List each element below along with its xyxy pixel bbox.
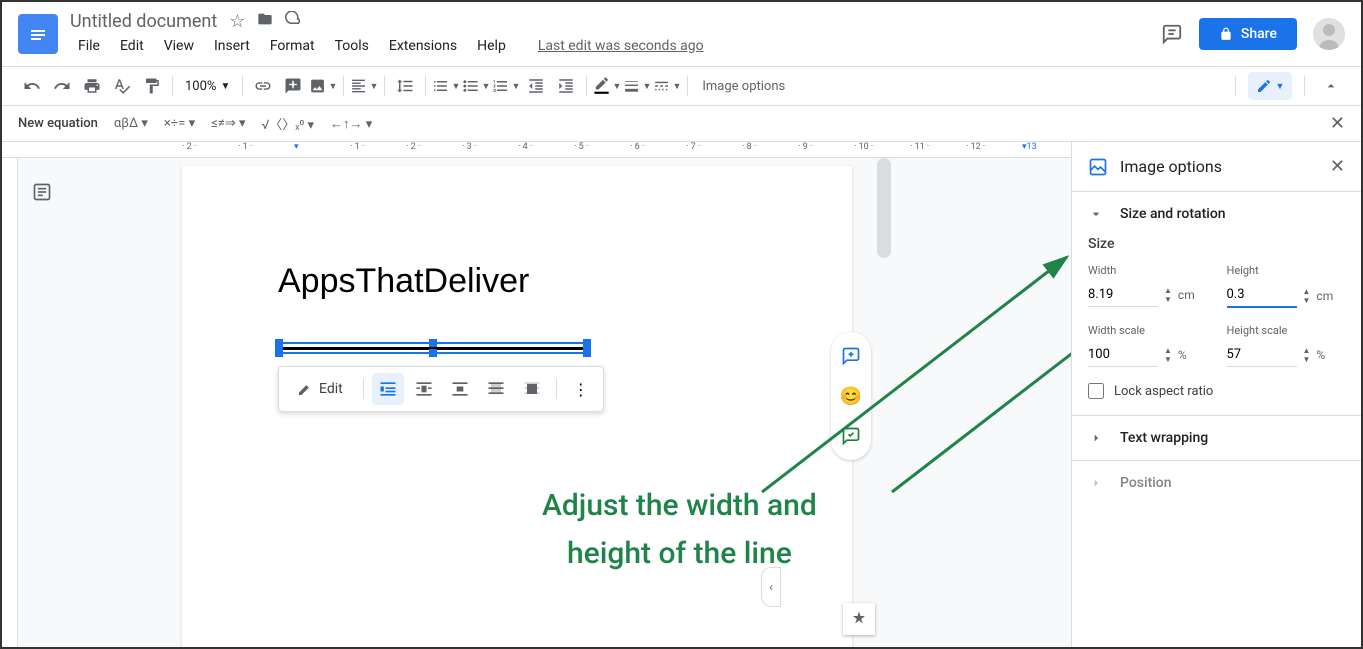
docs-logo-icon[interactable] [18, 14, 58, 54]
wrap-front-icon[interactable] [516, 373, 548, 405]
width-scale-stepper[interactable]: ▲▼ [1164, 346, 1172, 364]
eq-greek-dropdown[interactable]: αβΔ ▾ [114, 116, 148, 131]
cloud-icon[interactable] [285, 11, 303, 32]
undo-icon[interactable] [18, 72, 46, 100]
menu-insert[interactable]: Insert [206, 34, 258, 58]
edit-image-button[interactable]: Edit [285, 375, 355, 403]
selected-image-line[interactable] [278, 342, 588, 354]
add-comment-bubble-icon[interactable] [835, 340, 867, 372]
height-scale-label: Height scale [1227, 324, 1346, 337]
width-scale-input[interactable] [1088, 343, 1158, 367]
border-color-icon[interactable]: ▼ [593, 72, 621, 100]
user-avatar[interactable] [1313, 18, 1345, 50]
document-title[interactable]: Untitled document [70, 11, 217, 32]
document-text: AppsThatDeliver [278, 262, 756, 301]
text-wrapping-section-header[interactable]: Text wrapping [1072, 416, 1361, 460]
spellcheck-icon[interactable] [108, 72, 136, 100]
outline-toggle-icon[interactable] [32, 182, 60, 210]
paint-format-icon[interactable] [138, 72, 166, 100]
insert-image-icon[interactable]: ▼ [309, 72, 337, 100]
numbered-list-icon[interactable]: ▼ [492, 72, 520, 100]
width-label: Width [1088, 264, 1207, 277]
wrap-text-icon[interactable] [408, 373, 440, 405]
wrap-break-icon[interactable] [444, 373, 476, 405]
chevron-right-icon [1088, 475, 1104, 491]
comments-icon[interactable] [1161, 23, 1183, 45]
vertical-ruler[interactable] [2, 158, 18, 647]
menu-tools[interactable]: Tools [327, 34, 377, 58]
menubar: File Edit View Insert Format Tools Exten… [70, 34, 1161, 58]
eq-math-dropdown[interactable]: √〈〉ₓ⁰ ▾ [262, 114, 315, 133]
add-comment-icon[interactable] [279, 72, 307, 100]
bullet-list-icon[interactable]: ▼ [462, 72, 490, 100]
menu-format[interactable]: Format [262, 34, 323, 58]
menu-extensions[interactable]: Extensions [381, 34, 465, 58]
checklist-icon[interactable]: ▼ [432, 72, 460, 100]
lock-aspect-ratio-checkbox[interactable]: Lock aspect ratio [1088, 383, 1345, 399]
decrease-indent-icon[interactable] [522, 72, 550, 100]
zoom-dropdown[interactable]: 100% ▼ [179, 79, 236, 94]
emoji-reaction-icon[interactable]: 😊 [835, 380, 867, 412]
last-edit-link[interactable]: Last edit was seconds ago [530, 34, 712, 58]
image-options-toolbar-label[interactable]: Image options [694, 79, 793, 94]
border-dash-icon[interactable]: ▼ [653, 72, 681, 100]
share-button[interactable]: Share [1199, 18, 1297, 50]
chevron-right-icon [1088, 430, 1104, 446]
align-icon[interactable]: ▼ [350, 72, 378, 100]
wrap-inline-icon[interactable] [372, 373, 404, 405]
eq-arrows-dropdown[interactable]: ←↑→ ▾ [330, 116, 372, 132]
eq-relations-dropdown[interactable]: ≤≠⇒ ▾ [211, 116, 245, 131]
menu-file[interactable]: File [70, 34, 108, 58]
wrap-behind-icon[interactable] [480, 373, 512, 405]
explore-icon[interactable] [843, 603, 875, 635]
collapse-sidebar-icon[interactable]: ‹ [761, 567, 781, 607]
side-action-bubbles: 😊 [831, 332, 871, 460]
height-scale-input[interactable] [1227, 343, 1297, 367]
width-input[interactable] [1088, 283, 1158, 307]
print-icon[interactable] [78, 72, 106, 100]
vertical-scrollbar[interactable] [877, 158, 891, 258]
line-spacing-icon[interactable] [391, 72, 419, 100]
redo-icon[interactable] [48, 72, 76, 100]
size-rotation-section-header[interactable]: Size and rotation [1072, 192, 1361, 236]
border-weight-icon[interactable]: ▼ [623, 72, 651, 100]
star-icon[interactable]: ☆ [229, 11, 245, 32]
height-label: Height [1227, 264, 1346, 277]
width-stepper[interactable]: ▲▼ [1164, 286, 1172, 304]
more-options-icon[interactable]: ⋮ [565, 373, 597, 405]
menu-edit[interactable]: Edit [112, 34, 152, 58]
image-floating-toolbar: Edit ⋮ [278, 366, 604, 412]
position-section-header: Position [1072, 461, 1361, 505]
move-icon[interactable] [257, 11, 273, 32]
menu-view[interactable]: View [156, 34, 202, 58]
height-scale-stepper[interactable]: ▲▼ [1303, 346, 1311, 364]
increase-indent-icon[interactable] [552, 72, 580, 100]
close-equation-bar-icon[interactable]: ✕ [1330, 113, 1345, 134]
horizontal-ruler[interactable]: · 2 ·· 1 · ▾ · 1 ·· 2 · · 3 ·· 4 · · 5 ·… [2, 142, 1071, 158]
editing-mode-button[interactable]: ▼ [1248, 72, 1292, 100]
width-scale-label: Width scale [1088, 324, 1207, 337]
new-equation-button[interactable]: New equation [18, 116, 98, 131]
height-input[interactable] [1227, 283, 1297, 308]
document-page[interactable]: AppsThatDeliver Edit ⋮ [182, 166, 852, 647]
link-icon[interactable] [249, 72, 277, 100]
close-sidebar-icon[interactable]: ✕ [1330, 156, 1345, 177]
eq-operators-dropdown[interactable]: ×÷= ▾ [164, 116, 195, 131]
size-heading: Size [1088, 236, 1345, 252]
image-icon [1088, 157, 1108, 177]
hide-menus-icon[interactable] [1317, 72, 1345, 100]
sidebar-title: Image options [1120, 157, 1318, 176]
menu-help[interactable]: Help [469, 34, 514, 58]
chevron-down-icon [1088, 206, 1104, 222]
height-stepper[interactable]: ▲▼ [1303, 287, 1311, 305]
suggest-edit-icon[interactable] [835, 420, 867, 452]
